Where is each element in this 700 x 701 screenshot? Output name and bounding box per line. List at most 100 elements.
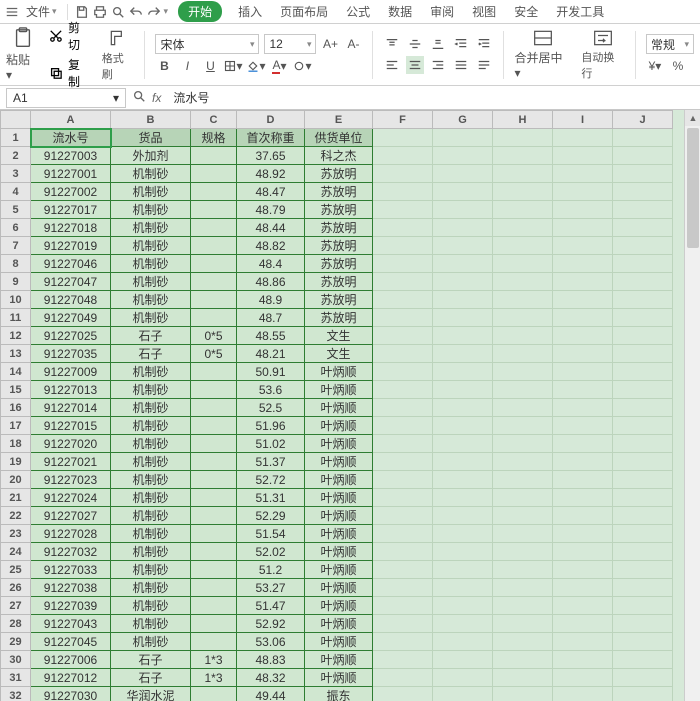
indent-dec-icon[interactable] bbox=[452, 35, 470, 53]
font-size-select[interactable]: 12▾ bbox=[264, 34, 316, 54]
cell[interactable] bbox=[433, 201, 493, 219]
cell[interactable] bbox=[613, 435, 673, 453]
cell[interactable]: 91227013 bbox=[31, 381, 111, 399]
cell[interactable] bbox=[613, 525, 673, 543]
cell[interactable] bbox=[433, 669, 493, 687]
cell[interactable] bbox=[613, 291, 673, 309]
cell[interactable]: 叶炳顺 bbox=[305, 507, 373, 525]
cell[interactable]: 91227048 bbox=[31, 291, 111, 309]
row-header[interactable]: 10 bbox=[1, 291, 31, 309]
paste-button[interactable]: 粘贴 ▾ bbox=[6, 27, 39, 82]
cell[interactable] bbox=[433, 597, 493, 615]
redo-icon[interactable] bbox=[146, 4, 162, 20]
cell[interactable] bbox=[613, 165, 673, 183]
col-header[interactable]: H bbox=[493, 111, 553, 129]
cell[interactable] bbox=[373, 435, 433, 453]
row-header[interactable]: 5 bbox=[1, 201, 31, 219]
indent-inc-icon[interactable] bbox=[475, 35, 493, 53]
cell[interactable]: 机制砂 bbox=[111, 165, 191, 183]
row-header[interactable]: 13 bbox=[1, 345, 31, 363]
cell[interactable]: 机制砂 bbox=[111, 309, 191, 327]
cell[interactable]: 叶炳顺 bbox=[305, 363, 373, 381]
cell[interactable] bbox=[553, 507, 613, 525]
underline-button[interactable]: U bbox=[201, 57, 219, 75]
cell[interactable]: 48.86 bbox=[237, 273, 305, 291]
cell[interactable]: 53.27 bbox=[237, 579, 305, 597]
cell[interactable]: 叶炳顺 bbox=[305, 471, 373, 489]
cell[interactable]: 52.5 bbox=[237, 399, 305, 417]
cell[interactable] bbox=[373, 309, 433, 327]
cell[interactable] bbox=[553, 525, 613, 543]
cell[interactable]: 91227047 bbox=[31, 273, 111, 291]
tab-start[interactable]: 开始 bbox=[178, 1, 222, 22]
magnify-icon[interactable] bbox=[132, 89, 146, 106]
cell[interactable]: 91227039 bbox=[31, 597, 111, 615]
cell[interactable] bbox=[433, 345, 493, 363]
col-header[interactable]: F bbox=[373, 111, 433, 129]
cell[interactable] bbox=[191, 219, 237, 237]
cell[interactable] bbox=[191, 471, 237, 489]
cell[interactable] bbox=[191, 435, 237, 453]
cut-button[interactable]: 剪切 bbox=[49, 19, 92, 53]
cell[interactable] bbox=[613, 687, 673, 701]
cell[interactable]: 91227027 bbox=[31, 507, 111, 525]
row-header[interactable]: 26 bbox=[1, 579, 31, 597]
cell[interactable] bbox=[613, 237, 673, 255]
cell[interactable]: 机制砂 bbox=[111, 525, 191, 543]
cell[interactable] bbox=[373, 219, 433, 237]
align-right-icon[interactable] bbox=[429, 56, 447, 74]
cell[interactable] bbox=[553, 219, 613, 237]
cell[interactable] bbox=[493, 255, 553, 273]
tab-review[interactable]: 审阅 bbox=[428, 1, 456, 22]
cell[interactable] bbox=[613, 381, 673, 399]
cell[interactable] bbox=[373, 129, 433, 147]
row-header[interactable]: 19 bbox=[1, 453, 31, 471]
row-header[interactable]: 11 bbox=[1, 309, 31, 327]
cell[interactable] bbox=[613, 219, 673, 237]
cell[interactable]: 48.7 bbox=[237, 309, 305, 327]
cell[interactable]: 51.02 bbox=[237, 435, 305, 453]
cell[interactable] bbox=[433, 417, 493, 435]
cell[interactable]: 文生 bbox=[305, 327, 373, 345]
spreadsheet-grid[interactable]: ABCDEFGHIJ1流水号货品规格首次称重供货单位291227003外加剂37… bbox=[0, 110, 684, 701]
preview-icon[interactable] bbox=[110, 4, 126, 20]
cell[interactable]: 华润水泥 bbox=[111, 687, 191, 701]
cell[interactable] bbox=[493, 435, 553, 453]
row-header[interactable]: 20 bbox=[1, 471, 31, 489]
cell[interactable]: 51.37 bbox=[237, 453, 305, 471]
cell[interactable] bbox=[191, 237, 237, 255]
cell[interactable]: 石子 bbox=[111, 651, 191, 669]
cell[interactable] bbox=[373, 543, 433, 561]
cell[interactable] bbox=[553, 687, 613, 701]
cell[interactable] bbox=[191, 291, 237, 309]
cell[interactable]: 苏放明 bbox=[305, 165, 373, 183]
cell[interactable] bbox=[553, 615, 613, 633]
cell[interactable] bbox=[613, 579, 673, 597]
cell[interactable] bbox=[433, 183, 493, 201]
cell[interactable]: 机制砂 bbox=[111, 183, 191, 201]
cell[interactable]: 叶炳顺 bbox=[305, 435, 373, 453]
undo-icon[interactable] bbox=[128, 4, 144, 20]
cell[interactable] bbox=[433, 471, 493, 489]
cell[interactable]: 叶炳顺 bbox=[305, 579, 373, 597]
cell[interactable] bbox=[493, 399, 553, 417]
cell[interactable]: 机制砂 bbox=[111, 417, 191, 435]
cell[interactable] bbox=[493, 147, 553, 165]
cell[interactable] bbox=[433, 525, 493, 543]
cell[interactable] bbox=[433, 633, 493, 651]
cell[interactable] bbox=[433, 219, 493, 237]
qa-dropdown[interactable]: ▾ bbox=[164, 6, 169, 17]
cell[interactable]: 叶炳顺 bbox=[305, 489, 373, 507]
cell[interactable]: 机制砂 bbox=[111, 471, 191, 489]
shape-fill-button[interactable]: ▾ bbox=[293, 57, 311, 75]
cell[interactable]: 机制砂 bbox=[111, 543, 191, 561]
cell[interactable] bbox=[191, 381, 237, 399]
menu-icon[interactable] bbox=[4, 4, 20, 20]
col-header[interactable]: G bbox=[433, 111, 493, 129]
vertical-scrollbar[interactable]: ▲ bbox=[684, 110, 700, 701]
cell[interactable]: 91227020 bbox=[31, 435, 111, 453]
row-header[interactable]: 31 bbox=[1, 669, 31, 687]
cell[interactable] bbox=[191, 525, 237, 543]
cell[interactable]: 叶炳顺 bbox=[305, 633, 373, 651]
row-header[interactable]: 24 bbox=[1, 543, 31, 561]
